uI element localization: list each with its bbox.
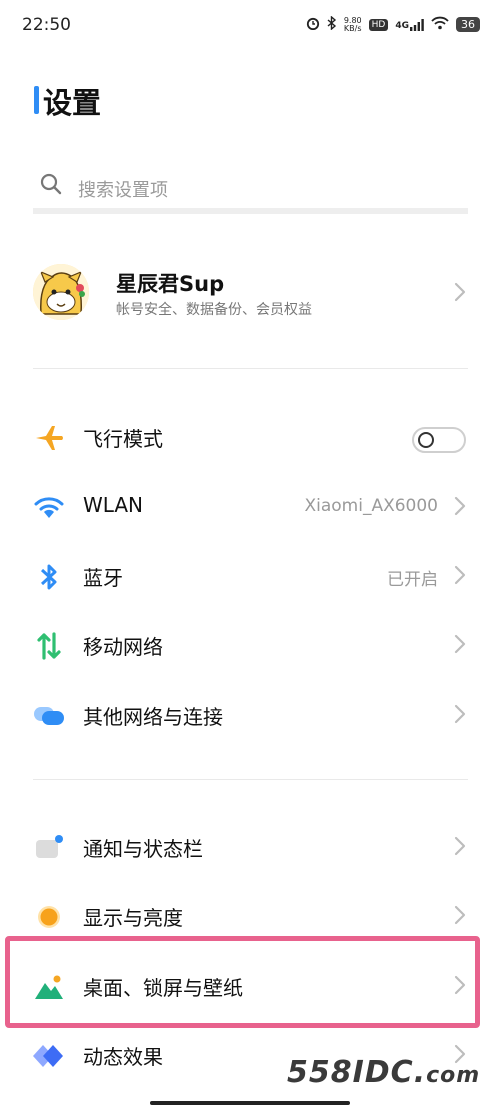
chevron-right-icon <box>454 905 466 929</box>
airplane-mode-toggle[interactable] <box>412 427 466 453</box>
mobile-network-icon <box>33 630 65 662</box>
settings-item-label: WLAN <box>83 493 144 517</box>
chevron-right-icon <box>454 704 466 728</box>
search-input[interactable]: 搜索设置项 <box>78 176 168 202</box>
airplane-icon <box>33 422 65 454</box>
account-name: 星辰君Sup <box>116 272 225 296</box>
settings-item-airplane-mode[interactable]: 飞行模式 <box>33 402 468 472</box>
settings-item-label: 飞行模式 <box>83 427 163 451</box>
alarm-icon <box>306 16 320 33</box>
status-icons: 9.80 KB/s HD 4G 36 <box>306 15 480 33</box>
home-indicator[interactable] <box>150 1101 350 1105</box>
section-divider <box>33 368 468 369</box>
search-bar[interactable]: 搜索设置项 <box>33 162 468 214</box>
notification-icon <box>33 832 65 864</box>
animation-icon <box>33 1040 65 1072</box>
chevron-right-icon <box>454 565 466 589</box>
bluetooth-icon <box>33 561 65 593</box>
signal-icon: 4G <box>395 18 424 31</box>
toggle-knob <box>418 432 434 448</box>
settings-item-label: 蓝牙 <box>83 566 123 590</box>
status-time: 22:50 <box>22 15 71 35</box>
settings-item-label: 移动网络 <box>83 635 163 659</box>
settings-item-mobile-network[interactable]: 移动网络 <box>33 610 468 680</box>
net-speed: 9.80 KB/s <box>343 15 362 33</box>
page-title: 设置 <box>43 86 102 120</box>
hd-badge: HD <box>368 18 389 31</box>
watermark: 558IDC.com <box>287 1055 481 1090</box>
status-bar: 22:50 9.80 KB/s HD 4G 36 <box>0 0 500 54</box>
settings-item-label: 其他网络与连接 <box>83 705 223 729</box>
wifi-status-icon <box>431 16 449 33</box>
section-divider <box>33 779 468 780</box>
settings-item-label: 显示与亮度 <box>83 906 183 930</box>
settings-item-value: 已开启 <box>387 570 438 590</box>
connection-icon <box>33 700 65 732</box>
chevron-right-icon <box>454 634 466 658</box>
account-row[interactable]: 星辰君Sup 帐号安全、数据备份、会员权益 <box>33 242 468 346</box>
avatar[interactable] <box>33 264 89 320</box>
settings-item-label: 通知与状态栏 <box>83 837 203 861</box>
settings-item-wlan[interactable]: WLAN Xiaomi_AX6000 <box>33 472 468 542</box>
chevron-right-icon <box>454 496 466 520</box>
chevron-right-icon <box>454 836 466 860</box>
settings-item-value: Xiaomi_AX6000 <box>304 496 438 516</box>
settings-item-label: 动态效果 <box>83 1045 163 1069</box>
settings-item-bluetooth[interactable]: 蓝牙 已开启 <box>33 541 468 611</box>
bluetooth-status-icon <box>327 15 337 33</box>
battery-badge: 36 <box>456 17 480 32</box>
settings-item-notifications[interactable]: 通知与状态栏 <box>33 812 468 882</box>
wifi-icon <box>33 492 65 524</box>
highlight-annotation-box <box>5 936 480 1028</box>
search-icon <box>39 172 63 200</box>
account-subtitle: 帐号安全、数据备份、会员权益 <box>116 302 312 318</box>
brightness-icon <box>33 901 65 933</box>
settings-item-other-connections[interactable]: 其他网络与连接 <box>33 680 468 750</box>
title-accent-bar <box>34 86 39 114</box>
chevron-right-icon <box>454 282 466 306</box>
